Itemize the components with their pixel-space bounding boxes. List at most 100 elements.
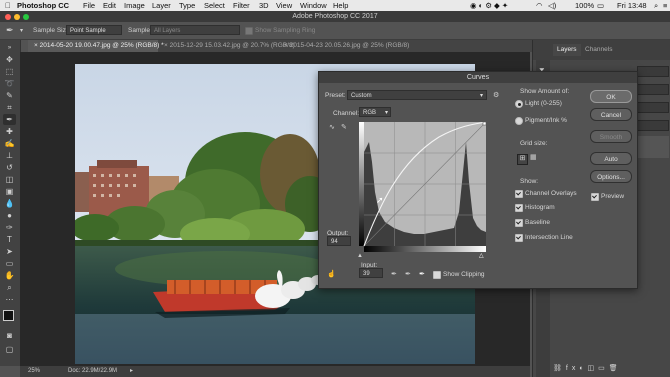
type-tool-icon[interactable]: T (3, 234, 16, 245)
menu-view[interactable]: View (276, 1, 292, 10)
screen-mode-icon[interactable]: ▢ (3, 344, 16, 355)
fill-field[interactable] (637, 120, 669, 131)
apple-icon[interactable]:  (5, 1, 11, 10)
tab-close-icon[interactable]: × (164, 42, 168, 49)
toolbox-collapse-icon[interactable]: » (3, 43, 16, 54)
move-tool-icon[interactable]: ✥ (3, 54, 16, 65)
smooth-button[interactable]: Smooth (590, 130, 632, 143)
tab-document-2[interactable]: × 2015-12-29 15.03.42.jpg @ 20.7% (RGB/8… (158, 40, 295, 52)
shape-tool-icon[interactable]: ▭ (3, 258, 16, 269)
more-tools-icon[interactable]: ⋯ (3, 294, 16, 305)
ok-button[interactable]: OK (590, 90, 632, 103)
tab-close-icon[interactable]: × (284, 42, 288, 49)
black-point-eyedropper-icon[interactable]: ✒ (391, 271, 397, 279)
menu-window[interactable]: Window (300, 1, 327, 10)
channel-select[interactable]: RGB ▾ (359, 107, 391, 117)
preset-options-gear-icon[interactable]: ⚙ (493, 92, 499, 100)
input-field[interactable]: 39 (359, 268, 383, 278)
eyedropper-tool-active-icon[interactable]: ✒ (3, 114, 16, 125)
zoom-window-icon[interactable] (23, 14, 29, 20)
foreground-color-swatch[interactable] (3, 310, 14, 321)
white-point-slider-icon[interactable]: △ (479, 252, 484, 260)
pigment-radio[interactable] (515, 117, 523, 125)
path-selection-tool-icon[interactable]: ➤ (3, 246, 16, 257)
grid-simple-icon[interactable]: ⊞ (517, 154, 528, 165)
menu-help[interactable]: Help (333, 1, 348, 10)
menu-app[interactable]: Photoshop CC (17, 1, 69, 10)
histogram-checkbox[interactable] (515, 204, 523, 212)
zoom-level[interactable]: 25% (28, 366, 40, 377)
zoom-tool-icon[interactable]: ⌕ (3, 282, 16, 293)
output-field[interactable]: 94 (327, 236, 351, 246)
curve-graph[interactable] (359, 121, 487, 252)
gradient-tool-icon[interactable]: ▣ (3, 186, 16, 197)
wifi-icon[interactable]: ◠ (536, 1, 543, 10)
lasso-tool-icon[interactable]: ➰ (3, 78, 16, 89)
histogram-label: Histogram (525, 204, 555, 211)
minimize-window-icon[interactable] (14, 14, 20, 20)
clone-stamp-tool-icon[interactable]: ⊥ (3, 150, 16, 161)
tool-preset-chevron-icon[interactable]: ▾ (20, 27, 23, 34)
light-radio[interactable] (515, 100, 523, 108)
preview-checkbox[interactable] (591, 193, 599, 201)
tab-channels[interactable]: Channels (581, 44, 616, 56)
tab-document-1[interactable]: × 2014-05-20 19.00.47.jpg @ 25% (RGB/8) … (28, 40, 164, 52)
layer-row[interactable] (633, 136, 669, 158)
gray-point-eyedropper-icon[interactable]: ✒ (405, 271, 411, 279)
channel-overlays-checkbox[interactable] (515, 190, 523, 198)
tab-close-icon[interactable]: × (34, 42, 38, 49)
menu-file[interactable]: File (83, 1, 95, 10)
eraser-tool-icon[interactable]: ◫ (3, 174, 16, 185)
filter-select[interactable] (637, 66, 669, 77)
intersection-line-checkbox[interactable] (515, 234, 523, 242)
volume-icon[interactable]: ◁) (548, 1, 556, 10)
cancel-button[interactable]: Cancel (590, 108, 632, 121)
baseline-checkbox[interactable] (515, 219, 523, 227)
tab-label: 2015-04-23 20.05.26.jpg @ 25% (RGB/8) (289, 42, 410, 49)
quick-mask-icon[interactable]: ◙ (3, 330, 16, 341)
show-clipping-checkbox[interactable] (433, 271, 441, 279)
crop-tool-icon[interactable]: ⌗ (3, 102, 16, 113)
hand-tool-icon[interactable]: ✋ (3, 270, 16, 281)
layer-actions-icons[interactable]: ⛓fx◐◫▭🗑 (553, 364, 622, 372)
history-brush-tool-icon[interactable]: ↺ (3, 162, 16, 173)
black-point-slider-icon[interactable]: ▲ (357, 252, 363, 260)
battery-icon[interactable]: ▭ (597, 1, 604, 10)
curve-points-tool-icon[interactable]: ∿ (329, 124, 335, 132)
healing-brush-tool-icon[interactable]: ✚ (3, 126, 16, 137)
pen-tool-icon[interactable]: ✑ (3, 222, 16, 233)
menu-select[interactable]: Select (204, 1, 225, 10)
dodge-tool-icon[interactable]: ● (3, 210, 16, 221)
menu-edit[interactable]: Edit (103, 1, 116, 10)
sample-select[interactable]: All Layers (150, 25, 240, 35)
on-image-adjust-icon[interactable]: ☝ (327, 271, 336, 279)
brush-tool-icon[interactable]: ✍ (3, 138, 16, 149)
curve-pencil-tool-icon[interactable]: ✎ (341, 124, 347, 132)
preset-select[interactable]: Custom ▾ (347, 90, 487, 100)
close-window-icon[interactable] (5, 14, 11, 20)
preset-label: Preset: (325, 92, 346, 99)
search-icon[interactable]: ⌕ (654, 1, 658, 11)
menu-list-icon[interactable]: ≡ (663, 1, 667, 10)
eyedropper-tool-icon[interactable]: ✒ (6, 25, 14, 36)
menu-layer[interactable]: Layer (152, 1, 171, 10)
clock[interactable]: Fri 13:48 (617, 1, 647, 10)
status-menu-chevron-icon[interactable]: ▸ (130, 366, 133, 377)
opacity-field[interactable] (637, 102, 669, 113)
options-button[interactable]: Options... (590, 170, 632, 183)
quick-select-tool-icon[interactable]: ✎ (3, 90, 16, 101)
tab-document-3[interactable]: × 2015-04-23 20.05.26.jpg @ 25% (RGB/8) (278, 40, 418, 52)
blend-mode-select[interactable] (637, 84, 669, 95)
menu-type[interactable]: Type (179, 1, 195, 10)
white-point-eyedropper-icon[interactable]: ✒ (419, 271, 425, 279)
show-sampling-ring-checkbox[interactable] (245, 27, 253, 35)
auto-button[interactable]: Auto (590, 152, 632, 165)
menu-filter[interactable]: Filter (233, 1, 250, 10)
menu-image[interactable]: Image (124, 1, 145, 10)
marquee-tool-icon[interactable]: ⬚ (3, 66, 16, 77)
grid-detailed-icon[interactable]: ▦ (530, 154, 537, 162)
tab-layers[interactable]: Layers (553, 44, 581, 56)
sample-size-select[interactable]: Point Sample (66, 25, 122, 35)
menu-3d[interactable]: 3D (259, 1, 269, 10)
blur-tool-icon[interactable]: 💧 (3, 198, 16, 209)
